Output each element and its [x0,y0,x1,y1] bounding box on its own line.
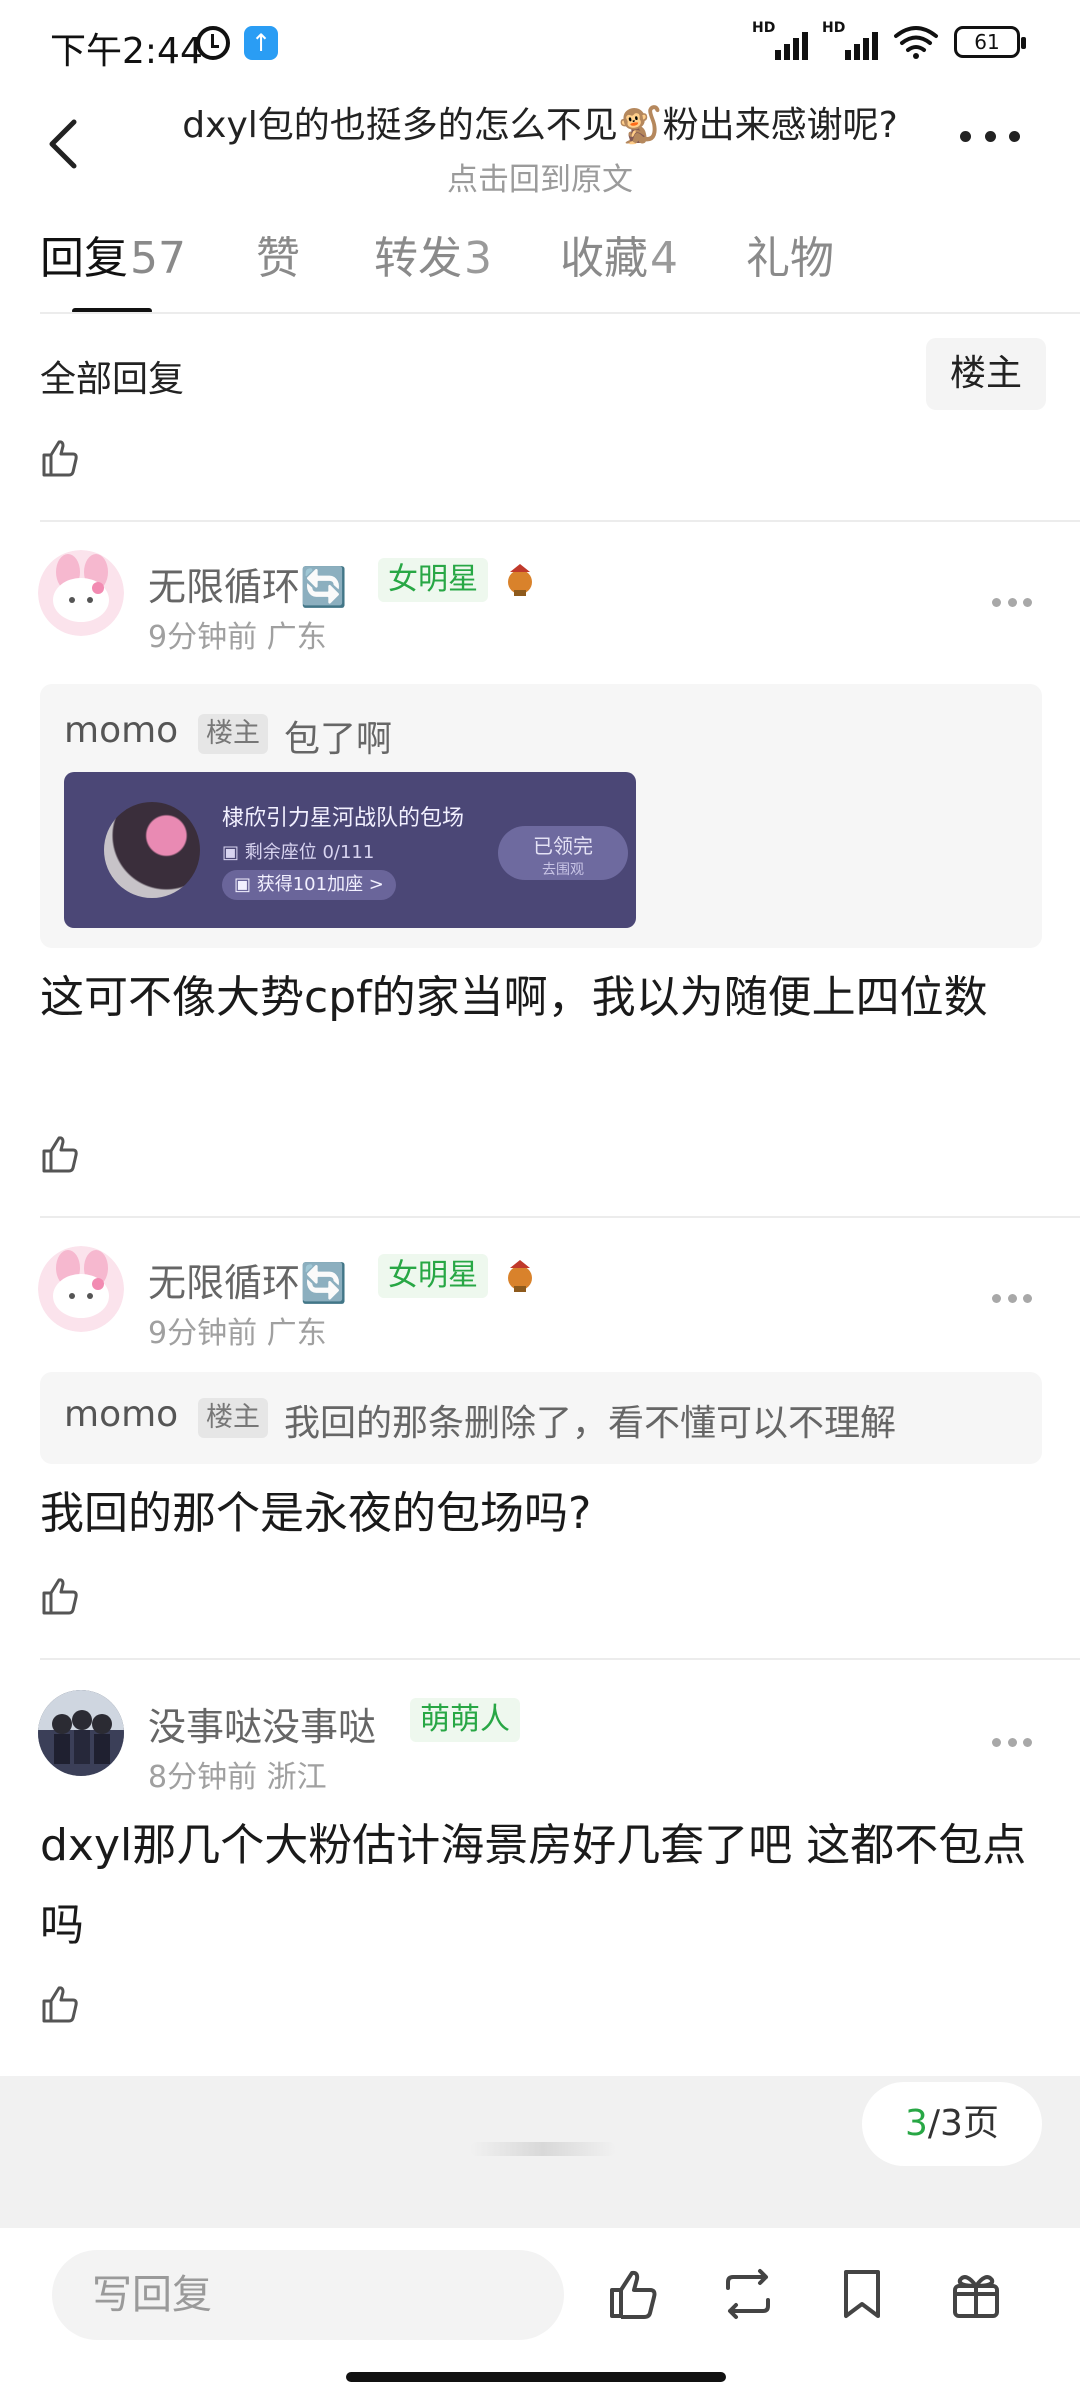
signal-icon: HD [752,20,808,60]
tab-bar: 回复57 赞 转发3 收藏4 礼物 [40,222,914,312]
back-to-original-link[interactable]: 点击回到原文 [130,154,950,199]
user-badge: 萌萌人 [410,1698,520,1742]
tab-reposts[interactable]: 转发3 [374,222,492,312]
divider [40,312,1080,314]
op-only-button[interactable]: 楼主 [926,338,1046,410]
like-icon[interactable] [604,2264,664,2324]
comment-more-icon[interactable] [992,1738,1032,1748]
op-tag: 楼主 [198,1398,268,1438]
tab-gifts-label: 礼物 [746,233,834,284]
alarm-icon [196,26,230,60]
card-button-sublabel: 去围观 [542,862,584,878]
post-title: dxyl包的也挺多的怎么不见🐒粉出来感谢呢? [182,105,898,146]
card-seats-text: 剩余座位 0/111 [244,842,375,863]
card-claimed-button[interactable]: 已领完 去围观 [498,826,628,880]
gift-icon[interactable] [946,2264,1006,2324]
booking-card[interactable]: 棣欣引力星河战队的包场 ▣ 剩余座位 0/111 ▣ 获得101加座 > 已领完… [64,772,636,928]
battery-icon: 61 [954,26,1026,58]
like-icon[interactable] [38,1574,82,1618]
back-arrow-icon[interactable] [36,114,96,174]
comment-meta: 8分钟前 浙江 [148,1760,327,1795]
quoted-reply[interactable]: momo 楼主 包了啊 棣欣引力星河战队的包场 ▣ 剩余座位 0/111 ▣ 获… [40,684,1042,948]
divider [40,520,1080,522]
bookmark-icon[interactable] [832,2264,892,2324]
comment-more-icon[interactable] [992,598,1032,608]
card-button-label: 已领完 [533,834,593,858]
app-notification-icon: ↑ [244,26,278,60]
tab-replies-count: 57 [130,233,186,284]
quote-text: 包了啊 [284,719,393,760]
card-seats: ▣ 剩余座位 0/111 [222,842,375,863]
status-left-icons: ↑ [196,26,278,60]
level-medal-icon [508,564,532,596]
username[interactable]: 无限循环🔄 [148,556,347,611]
card-get-pill[interactable]: ▣ 获得101加座 > [222,870,396,900]
signal-icon-2: HD [822,20,878,60]
op-tag: 楼主 [198,714,268,754]
status-bar: 下午2:44 ↑ HD HD 61 [0,0,1080,90]
comment-text: dxyl那几个大粉估计海景房好几套了吧 这都不包点吗 [40,1820,1027,1951]
quote-author: momo [64,1394,179,1435]
post-header: dxyl包的也挺多的怎么不见🐒粉出来感谢呢? 点击回到原文 [0,90,1080,200]
total-pages: /3页 [927,2103,999,2144]
reply-input[interactable]: 写回复 [52,2250,564,2340]
status-right-icons: HD HD 61 [752,20,1026,60]
card-get-text: 获得101加座 > [256,874,384,895]
avatar[interactable] [38,550,124,636]
card-avatar [104,802,200,898]
tab-gifts[interactable]: 礼物 [746,222,834,312]
username[interactable]: 没事哒没事哒 [148,1696,376,1751]
tab-favorites[interactable]: 收藏4 [560,222,678,312]
tab-likes-label: 赞 [256,233,300,284]
comment-text: 我回的那个是永夜的包场吗? [40,1488,592,1539]
level-medal-icon [508,1260,532,1292]
tab-favorites-label: 收藏 [560,233,648,284]
repost-icon[interactable] [718,2264,778,2324]
quote-author: momo [64,710,179,751]
quote-text: 我回的那条删除了，看不懂可以不理解 [284,1403,897,1444]
tab-reposts-label: 转发 [374,233,462,284]
comment-text: 这可不像大势cpf的家当啊，我以为随便上四位数 [40,972,988,1023]
user-badge: 女明星 [378,558,488,602]
divider [40,1216,1080,1218]
wifi-icon [894,26,938,59]
like-icon[interactable] [38,436,82,480]
hd-label-2: HD [822,20,846,36]
status-time: 下午2:44 [50,31,203,72]
tab-favorites-count: 4 [650,233,678,284]
like-icon[interactable] [38,1982,82,2026]
card-title: 棣欣引力星河战队的包场 [222,806,465,831]
like-icon[interactable] [38,1132,82,1176]
hd-label: HD [752,20,776,36]
divider [40,1658,1080,1660]
comment-meta: 9分钟前 广东 [148,620,327,655]
more-options-icon[interactable] [960,126,1020,146]
username[interactable]: 无限循环🔄 [148,1252,347,1307]
avatar[interactable] [38,1246,124,1332]
tab-replies-label: 回复 [40,233,128,284]
quoted-reply[interactable]: momo 楼主 我回的那条删除了，看不懂可以不理解 [40,1372,1042,1464]
page-indicator[interactable]: 3/3页 [862,2082,1042,2166]
current-page: 3 [905,2103,928,2144]
tab-reposts-count: 3 [464,233,492,284]
tab-replies[interactable]: 回复57 [40,222,186,312]
tab-likes[interactable]: 赞 [256,222,300,312]
user-badge: 女明星 [378,1254,488,1298]
home-indicator [346,2372,726,2382]
loading-indicator [470,2142,616,2156]
comment-meta: 9分钟前 广东 [148,1316,327,1351]
all-replies-label[interactable]: 全部回复 [40,350,184,402]
title-block[interactable]: dxyl包的也挺多的怎么不见🐒粉出来感谢呢? 点击回到原文 [130,96,950,199]
avatar[interactable] [38,1690,124,1776]
comment-more-icon[interactable] [992,1294,1032,1304]
